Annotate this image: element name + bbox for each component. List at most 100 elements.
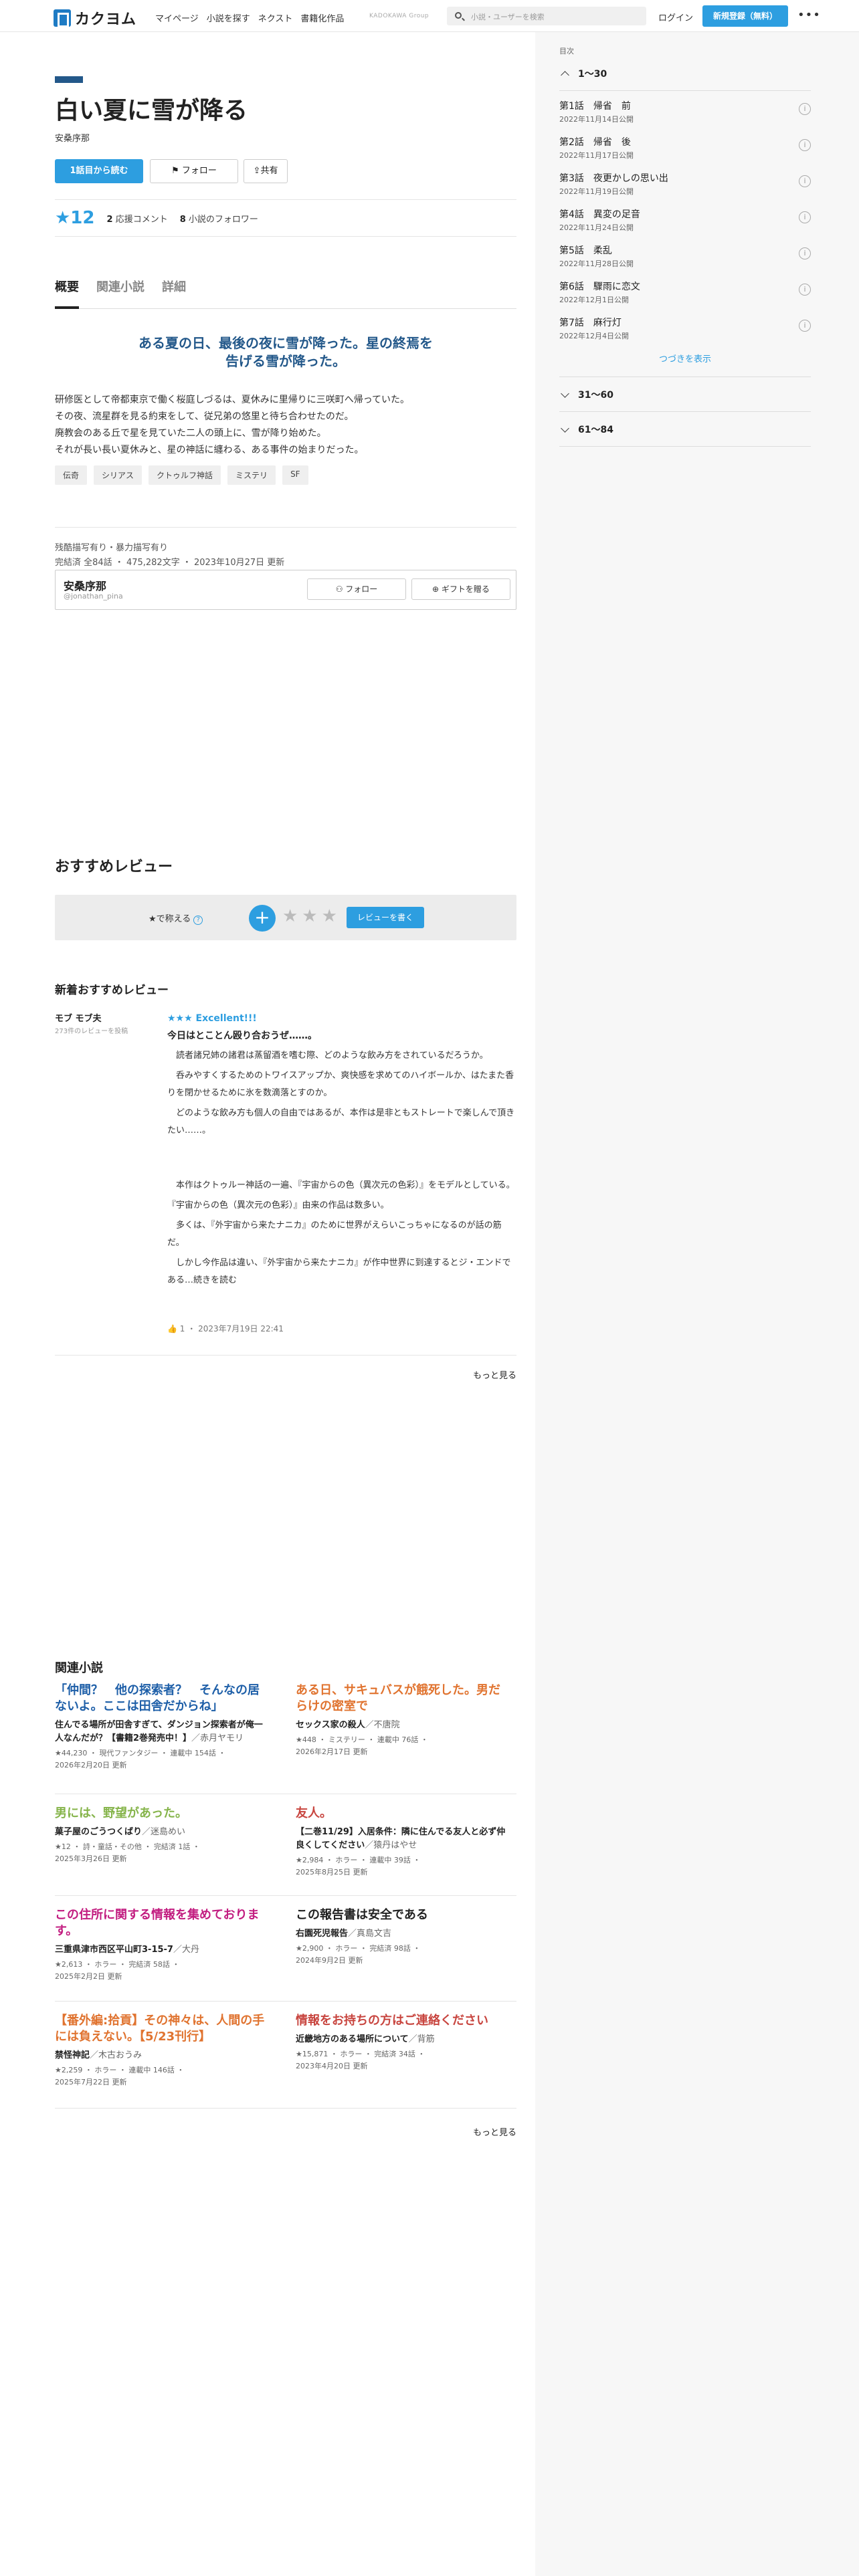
episode-title[interactable]: 第4話 異変の足音	[559, 207, 811, 221]
review-date: 2023年7月19日 22:41	[198, 1324, 284, 1333]
info-icon[interactable]: i	[799, 175, 811, 187]
related-work[interactable]: 菓子屋のごうつくばり	[55, 1827, 142, 1837]
share-button[interactable]: ⇪共有	[244, 159, 288, 183]
episode-title[interactable]: 第3話 夜更かしの思い出	[559, 171, 811, 185]
more-related-link[interactable]: もっと見る	[473, 2125, 516, 2138]
related-title[interactable]: 【番外編:拾貢】その神々は、人間の手には負えない。【5/23刊行】	[55, 2013, 266, 2045]
related-item[interactable]: 「仲間？ 他の探索者？ そんなの居ないよ。ここは田舎だからね」 住んでる場所が田…	[55, 1683, 266, 1772]
help-icon[interactable]: ?	[193, 916, 203, 925]
reviews-heading: おすすめレビュー	[55, 859, 173, 875]
follower-count[interactable]: 8 小説のフォロワー	[180, 212, 258, 225]
gift-button[interactable]: ⊕ ギフトを贈る	[411, 578, 510, 600]
tab-summary[interactable]: 概要	[55, 280, 79, 309]
related-author[interactable]: ／木古おうみ	[90, 2050, 142, 2060]
related-item[interactable]: この報告書は安全である 右園死児報告／真島文吉 ★2,900 ・ ホラー ・ 完…	[296, 1907, 506, 1967]
episode-title[interactable]: 第1話 帰省 前	[559, 99, 811, 112]
info-icon[interactable]: i	[799, 211, 811, 223]
follow-author-button[interactable]: ⚇ フォロー	[307, 578, 406, 600]
related-item[interactable]: 【番外編:拾貢】その神々は、人間の手には負えない。【5/23刊行】 禁怪神記／木…	[55, 2013, 266, 2088]
info-icon[interactable]: i	[799, 139, 811, 151]
episode-title[interactable]: 第2話 帰省 後	[559, 135, 811, 148]
search-input[interactable]: 小説・ユーザーを検索	[447, 7, 646, 25]
related-item[interactable]: 友人。 【二巻11/29】入居条件：隣に住んでる友人と必ず仲良くしてください／猿…	[296, 1806, 506, 1879]
site-logo[interactable]: カクヨム	[54, 7, 136, 29]
nav-next[interactable]: ネクスト	[258, 11, 293, 24]
related-work[interactable]: 禁怪神記	[55, 2050, 90, 2060]
follow-work-button[interactable]: ⚑ フォロー	[150, 159, 238, 183]
login-link[interactable]: ログイン	[658, 11, 693, 23]
reviewer-name[interactable]: モブ モブ夫	[55, 1011, 102, 1024]
episode-item[interactable]: 第5話 柔乱 2022年11月28日公開 i	[559, 235, 811, 272]
chapter-61-84[interactable]: 61〜84	[559, 412, 811, 447]
kakuyomu-logo-icon	[54, 9, 71, 27]
tag[interactable]: ミステリ	[227, 465, 276, 485]
more-reviews-link[interactable]: もっと見る	[473, 1368, 516, 1381]
related-author[interactable]: ／背筋	[409, 2034, 435, 2044]
nav-search-novels[interactable]: 小説を探す	[207, 11, 250, 24]
related-work[interactable]: 近畿地方のある場所について	[296, 2034, 409, 2044]
episode-item[interactable]: 第4話 異変の足音 2022年11月24日公開 i	[559, 199, 811, 235]
related-title[interactable]: ある日、サキュバスが餓死した。男だらけの密室で	[296, 1683, 506, 1715]
signup-button[interactable]: 新規登録（無料）	[702, 5, 788, 27]
episode-date: 2022年12月1日公開	[559, 296, 629, 304]
related-title[interactable]: この住所に関する情報を集めております。	[55, 1907, 266, 1939]
more-menu-icon[interactable]: •••	[797, 8, 821, 22]
related-work[interactable]: セックス家の殺人	[296, 1720, 365, 1730]
chapter-31-60[interactable]: 31〜60	[559, 377, 811, 412]
star-rating-icons[interactable]: ★★★	[282, 906, 341, 926]
related-title[interactable]: 男には、野望があった。	[55, 1806, 266, 1822]
review-title[interactable]: 今日はとことん殴り合おうぜ……。	[167, 1027, 516, 1045]
nav-books[interactable]: 書籍化作品	[300, 11, 344, 24]
related-author[interactable]: ／不唐院	[365, 1720, 400, 1730]
related-meta: ★15,871 ・ ホラー ・ 完結済 34話 ・	[296, 2050, 425, 2058]
episode-item[interactable]: 第3話 夜更かしの思い出 2022年11月19日公開 i	[559, 163, 811, 199]
tag[interactable]: 伝奇	[55, 465, 88, 485]
episode-item[interactable]: 第6話 驟雨に恋文 2022年12月1日公開 i	[559, 272, 811, 308]
user-plus-icon: ⚇	[335, 584, 346, 594]
tag[interactable]: シリアス	[94, 465, 142, 485]
related-item[interactable]: この住所に関する情報を集めております。 三重県津市西区平山町3-15-7／大丹 …	[55, 1907, 266, 1983]
nav-mypage[interactable]: マイページ	[155, 11, 199, 24]
related-author[interactable]: ／大丹	[173, 1945, 199, 1955]
tag[interactable]: SF	[282, 465, 308, 485]
related-author[interactable]: ／赤月ヤモリ	[191, 1733, 244, 1743]
related-title[interactable]: 情報をお持ちの方はご連絡ください	[296, 2013, 506, 2029]
episode-title[interactable]: 第6話 驟雨に恋文	[559, 280, 811, 293]
work-author[interactable]: 安桑序那	[55, 131, 90, 144]
info-icon[interactable]: i	[799, 247, 811, 259]
chapter-label: 1〜30	[578, 68, 607, 80]
comment-count[interactable]: 2 応援コメント	[107, 212, 168, 225]
info-icon[interactable]: i	[799, 103, 811, 115]
info-icon[interactable]: i	[799, 284, 811, 296]
show-more-episodes-link[interactable]: つづきを表示	[559, 344, 811, 377]
chapter-1-30[interactable]: 1〜30	[559, 56, 811, 91]
tag[interactable]: クトゥルフ神話	[149, 465, 221, 485]
review-paragraph[interactable]: しかし今作品は違い、『外宇宙から来たナニカ』が作中世界に到達するとジ・エンドであ…	[167, 1255, 516, 1289]
related-author[interactable]: ／真島文吉	[348, 1929, 391, 1939]
related-meta: ★448 ・ ミステリー ・ 連載中 76話 ・	[296, 1735, 428, 1744]
related-author[interactable]: ／迷島めい	[142, 1827, 185, 1837]
related-work[interactable]: 右園死児報告	[296, 1929, 348, 1939]
episode-item[interactable]: 第7話 麻行灯 2022年12月4日公開 i	[559, 308, 811, 344]
related-title[interactable]: 「仲間？ 他の探索者？ そんなの居ないよ。ここは田舎だからね」	[55, 1683, 266, 1715]
related-title[interactable]: この報告書は安全である	[296, 1907, 506, 1923]
write-review-button[interactable]: レビューを書く	[347, 907, 424, 928]
add-star-button[interactable]: +	[249, 905, 276, 932]
author-name[interactable]: 安桑序那	[64, 577, 106, 593]
read-first-episode-button[interactable]: 1話目から読む	[55, 159, 143, 183]
info-icon[interactable]: i	[799, 320, 811, 332]
episode-title[interactable]: 第7話 麻行灯	[559, 316, 811, 329]
related-item[interactable]: 男には、野望があった。 菓子屋のごうつくばり／迷島めい ★12 ・ 詩・童話・そ…	[55, 1806, 266, 1865]
related-item[interactable]: 情報をお持ちの方はご連絡ください 近畿地方のある場所について／背筋 ★15,87…	[296, 2013, 506, 2072]
related-work[interactable]: 三重県津市西区平山町3-15-7	[55, 1945, 173, 1955]
episode-title[interactable]: 第5話 柔乱	[559, 243, 811, 257]
star-count[interactable]: ★12	[55, 208, 95, 228]
thumbs-up-icon[interactable]: 👍	[167, 1324, 177, 1333]
episode-item[interactable]: 第1話 帰省 前 2022年11月14日公開 i	[559, 91, 811, 127]
related-author[interactable]: ／猿丹はやせ	[365, 1840, 417, 1850]
tab-related[interactable]: 関連小説	[96, 280, 145, 309]
episode-item[interactable]: 第2話 帰省 後 2022年11月17日公開 i	[559, 127, 811, 163]
related-title[interactable]: 友人。	[296, 1806, 506, 1822]
related-item[interactable]: ある日、サキュバスが餓死した。男だらけの密室で セックス家の殺人／不唐院 ★44…	[296, 1683, 506, 1758]
tab-details[interactable]: 詳細	[162, 280, 186, 309]
